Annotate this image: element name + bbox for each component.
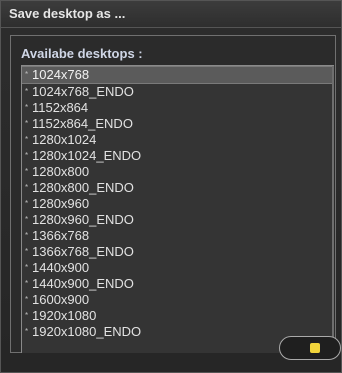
list-item-label: 1920x1080 — [32, 308, 97, 323]
bullet-icon: * — [25, 279, 29, 288]
list-item[interactable]: * 1152x864 — [25, 100, 334, 116]
bullet-icon: * — [25, 151, 29, 160]
list-item[interactable]: * 1152x864_ENDO — [25, 116, 334, 132]
list-item-label: 1366x768 — [32, 228, 90, 243]
list-item-label: 1920x1080_ENDO — [32, 324, 142, 339]
bullet-icon: * — [25, 87, 29, 96]
list-item-label: 1280x800 — [32, 164, 90, 179]
list-item[interactable]: * 1920x1080 — [25, 308, 334, 324]
bullet-icon: * — [25, 263, 29, 272]
bullet-icon: * — [25, 311, 29, 320]
list-item[interactable]: * 1024x768 — [22, 66, 334, 84]
bullet-icon: * — [25, 70, 29, 79]
bullet-icon: * — [25, 103, 29, 112]
list-item[interactable]: * 1280x1024 — [25, 132, 334, 148]
list-item[interactable]: * 1280x800 — [25, 164, 334, 180]
title-bar[interactable]: Save desktop as ... — [1, 1, 341, 28]
desktops-panel: Availabe desktops : * 1024x768 * 1024x768_… — [10, 35, 341, 360]
list-item-label: 1152x864_ENDO — [32, 116, 133, 131]
list-item-label: 1024x768_ENDO — [32, 84, 134, 99]
list-item[interactable]: * 1280x960_ENDO — [25, 212, 334, 228]
list-item[interactable]: * 1440x900_ENDO — [25, 276, 334, 292]
list-item[interactable]: * 1280x800_ENDO — [25, 180, 334, 196]
list-item[interactable]: * 1440x900 — [25, 260, 334, 276]
list-item-label: 1440x900_ENDO — [32, 276, 134, 291]
list-item-label: 1280x960_ENDO — [32, 212, 134, 227]
list-item-label: 1600x900 — [32, 292, 90, 307]
bullet-icon: * — [25, 247, 29, 256]
dialog-title: Save desktop as ... — [9, 6, 126, 21]
list-item[interactable]: * 1024x768_ENDO — [25, 84, 334, 100]
save-button[interactable] — [279, 336, 341, 360]
bullet-icon: * — [25, 199, 29, 208]
bullet-icon: * — [25, 327, 29, 336]
bullet-icon: * — [25, 167, 29, 176]
save-desktop-dialog: Save desktop as ... Availabe desktops : … — [0, 0, 342, 373]
list-item-label: 1280x800_ENDO — [32, 180, 134, 195]
list-scrollbar-edge[interactable] — [332, 66, 334, 353]
bullet-icon: * — [25, 231, 29, 240]
list-item[interactable]: * 1366x768 — [25, 228, 334, 244]
list-item[interactable]: * 1366x768_ENDO — [25, 244, 334, 260]
save-icon — [310, 343, 320, 353]
list-item-label: 1280x1024_ENDO — [32, 148, 142, 163]
bullet-icon: * — [25, 183, 29, 192]
list-item-label: 1280x1024 — [32, 132, 97, 147]
desktop-list[interactable]: * 1024x768 * 1024x768_ENDO * 1152x864 * 1152… — [21, 65, 334, 353]
list-item[interactable]: * 1280x960 — [25, 196, 334, 212]
bullet-icon: * — [25, 295, 29, 304]
list-item-label: 1024x768 — [32, 67, 90, 82]
list-item[interactable]: * 1280x1024_ENDO — [25, 148, 334, 164]
bullet-icon: * — [25, 135, 29, 144]
list-item-label: 1440x900 — [32, 260, 90, 275]
list-item-label: 1366x768_ENDO — [32, 244, 134, 259]
list-item-label: 1152x864 — [32, 100, 89, 115]
list-item[interactable]: * 1600x900 — [25, 292, 334, 308]
bullet-icon: * — [25, 215, 29, 224]
panel-title: Availabe desktops : — [21, 46, 143, 61]
bullet-icon: * — [25, 119, 29, 128]
list-item-label: 1280x960 — [32, 196, 90, 211]
